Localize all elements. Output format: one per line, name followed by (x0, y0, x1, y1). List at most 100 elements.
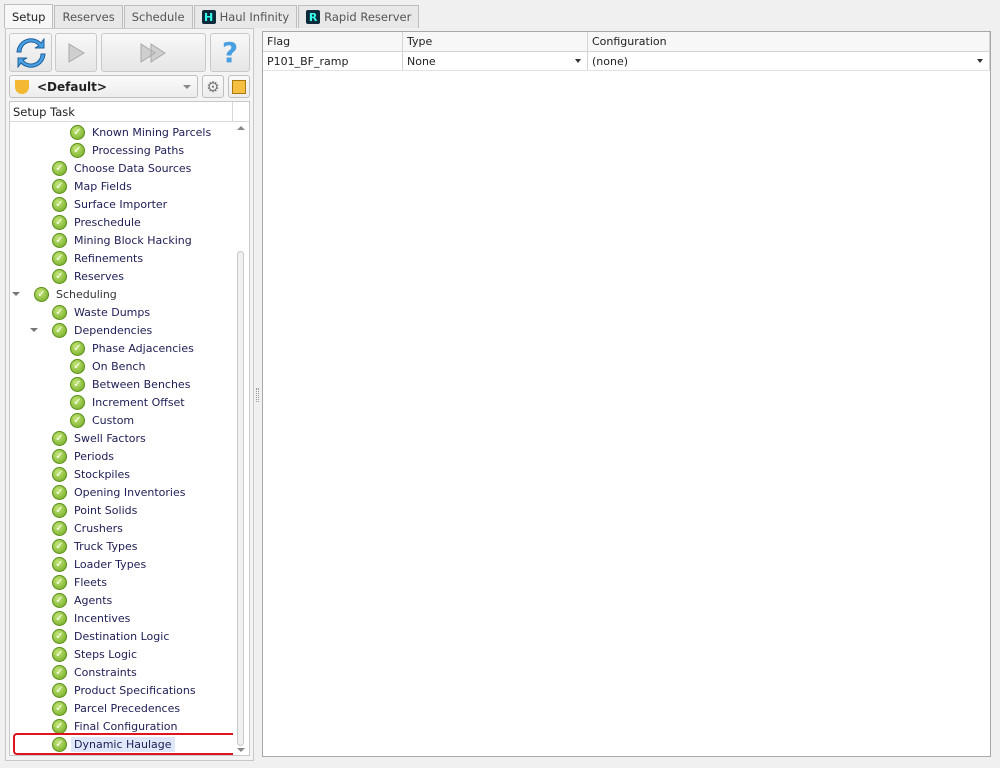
rapid-reserver-icon: R (306, 10, 321, 24)
tree-item[interactable]: ✓ Point Solids (10, 501, 232, 519)
profile-dropdown[interactable]: <Default> (9, 75, 198, 98)
scroll-thumb[interactable] (237, 251, 244, 746)
tree-item-label: Swell Factors (74, 431, 146, 445)
tree-item[interactable]: ✓ Preschedule (10, 213, 232, 231)
check-complete-icon: ✓ (52, 502, 67, 518)
gear-icon: ⚙ (206, 77, 220, 96)
tree-item[interactable]: ✓ Waste Dumps (10, 303, 232, 321)
tree-item-label: Loader Types (74, 557, 147, 571)
tree-item[interactable]: ✓ Opening Inventories (10, 483, 232, 501)
tree-item[interactable]: ✓ Fleets (10, 573, 232, 591)
flag-cell[interactable]: P101_BF_ramp (263, 52, 403, 70)
tree-item[interactable]: ✓ Constraints (10, 663, 232, 681)
type-dropdown[interactable]: None (403, 52, 588, 70)
check-complete-icon: ✓ (70, 124, 85, 140)
tree-item-label: Periods (74, 449, 115, 463)
tree-item[interactable]: ✓ Choose Data Sources (10, 159, 232, 177)
tree-item[interactable]: ✓ Custom (10, 411, 232, 429)
tab-setup[interactable]: Setup (4, 4, 54, 28)
tree-item[interactable]: ✓ Reserves (10, 267, 232, 285)
help-button[interactable]: ? (210, 33, 250, 72)
tree-item[interactable]: ✓ Between Benches (10, 375, 232, 393)
check-complete-icon: ✓ (52, 250, 67, 266)
refresh-button[interactable] (9, 33, 52, 72)
tree-item[interactable]: ✓ Refinements (10, 249, 232, 267)
configuration-dropdown[interactable]: (none) (588, 52, 990, 70)
check-complete-icon: ✓ (70, 340, 85, 356)
tree-item-label: Final Configuration (74, 719, 178, 733)
tab-label: Rapid Reserver (324, 10, 412, 24)
tree-item[interactable]: ✓ Agents (10, 591, 232, 609)
profile-selected: <Default> (37, 79, 107, 94)
tree-scrollbar[interactable] (233, 123, 249, 755)
tree-item-label: Phase Adjacencies (92, 341, 194, 355)
tab-schedule[interactable]: Schedule (123, 5, 193, 28)
tree-item[interactable]: ✓ Product Specifications (10, 681, 232, 699)
scroll-up-icon[interactable] (237, 126, 245, 130)
panel-splitter[interactable] (256, 388, 259, 402)
check-complete-icon: ✓ (52, 484, 67, 500)
tree-item[interactable]: ✓ Parcel Precedences (10, 699, 232, 717)
tab-rapid-reserver[interactable]: R Rapid Reserver (298, 5, 420, 28)
tree-item[interactable]: ✓ Increment Offset (10, 393, 232, 411)
tab-reserves[interactable]: Reserves (54, 5, 123, 28)
check-complete-icon: ✓ (52, 178, 67, 194)
check-complete-icon: ✓ (52, 574, 67, 590)
column-flag[interactable]: Flag (263, 32, 403, 51)
tree-item[interactable]: ✓ Map Fields (10, 177, 232, 195)
check-complete-icon: ✓ (52, 646, 67, 662)
check-complete-icon: ✓ (70, 142, 85, 158)
tree-item-label: Dependencies (74, 323, 153, 337)
column-type[interactable]: Type (403, 32, 588, 51)
tree-item[interactable]: ✓ Known Mining Parcels (10, 123, 232, 141)
notes-button[interactable] (228, 75, 250, 98)
tree-item-label: Waste Dumps (74, 305, 151, 319)
tree-item[interactable]: ✓ On Bench (10, 357, 232, 375)
tab-haul-infinity[interactable]: H Haul Infinity (193, 5, 298, 28)
check-complete-icon: ✓ (52, 682, 67, 698)
tree-item[interactable]: ✓ Phase Adjacencies (10, 339, 232, 357)
tree-item-label: Opening Inventories (74, 485, 186, 499)
tab-label: Reserves (62, 10, 115, 24)
tree-item[interactable]: ✓ Incentives (10, 609, 232, 627)
settings-button[interactable]: ⚙ (202, 75, 224, 98)
check-complete-icon: ✓ (34, 286, 49, 302)
tree-item[interactable]: ✓ Stockpiles (10, 465, 232, 483)
tree-item[interactable]: ✓ Periods (10, 447, 232, 465)
tree-item[interactable]: ✓ Surface Importer (10, 195, 232, 213)
tree-item[interactable]: ✓ Swell Factors (10, 429, 232, 447)
tree-item-label: On Bench (92, 359, 146, 373)
type-value: None (407, 54, 436, 68)
tree-item[interactable]: ✓ Crushers (10, 519, 232, 537)
check-complete-icon: ✓ (52, 520, 67, 536)
tree-item[interactable]: ✓ Mining Block Hacking (10, 231, 232, 249)
check-complete-icon: ✓ (52, 196, 67, 212)
tree-item[interactable]: ✓ Processing Paths (10, 141, 232, 159)
expand-arrow-icon[interactable] (12, 292, 20, 300)
check-complete-icon: ✓ (70, 376, 85, 392)
help-icon: ? (221, 36, 239, 69)
tree-item-label: Known Mining Parcels (92, 125, 212, 139)
check-complete-icon: ✓ (52, 664, 67, 680)
expand-arrow-icon[interactable] (30, 328, 38, 336)
column-configuration[interactable]: Configuration (588, 32, 990, 51)
check-complete-icon: ✓ (52, 448, 67, 464)
tree-item-label: Product Specifications (74, 683, 196, 697)
chevron-down-icon (183, 85, 191, 93)
run-all-button[interactable] (101, 33, 206, 72)
run-button[interactable] (55, 33, 97, 72)
tree-item[interactable]: ✓ Truck Types (10, 537, 232, 555)
tree-item[interactable]: ✓ Dependencies (10, 321, 232, 339)
tree-item-label: Incentives (74, 611, 131, 625)
tree-item[interactable]: ✓ Scheduling (10, 285, 232, 303)
check-complete-icon: ✓ (52, 160, 67, 176)
tree-item[interactable]: ✓ Destination Logic (10, 627, 232, 645)
tab-label: Haul Infinity (219, 10, 290, 24)
check-complete-icon: ✓ (52, 700, 67, 716)
tree-item[interactable]: ✓ Steps Logic (10, 645, 232, 663)
tree-item-label: Map Fields (74, 179, 132, 193)
table-row: P101_BF_ramp None (none) (263, 52, 990, 71)
scroll-down-icon[interactable] (237, 748, 245, 752)
tree-item[interactable]: ✓ Loader Types (10, 555, 232, 573)
tree-header: Setup Task (10, 102, 249, 122)
